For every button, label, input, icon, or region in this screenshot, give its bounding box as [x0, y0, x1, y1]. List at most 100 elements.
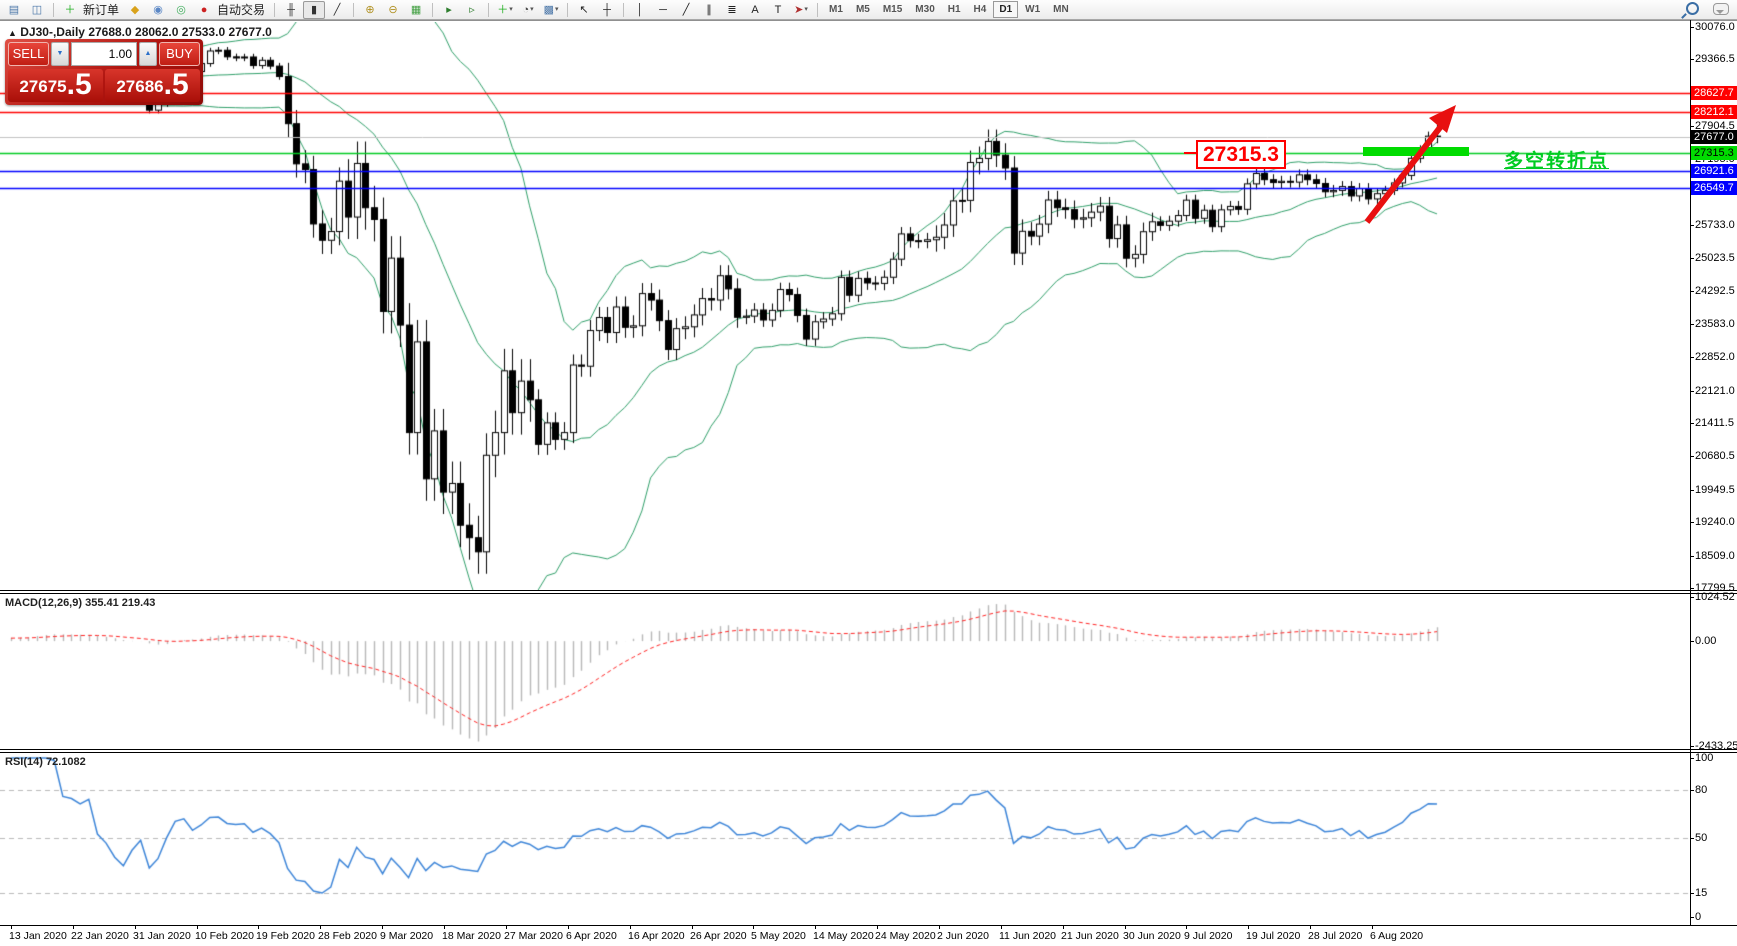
axis-tick-label: 25733.0	[1695, 219, 1735, 231]
price-level-badge: 28212.1	[1691, 105, 1737, 119]
axis-tick-label: 80	[1695, 784, 1707, 796]
axis-tick-label: 0	[1695, 911, 1701, 923]
candlestick-chart-icon: ▮	[311, 2, 317, 18]
buy-button[interactable]: BUY	[159, 42, 200, 66]
tf-m1-button[interactable]: M1	[823, 1, 849, 18]
macd-panel-canvas[interactable]	[0, 594, 1690, 748]
tf-mn-button[interactable]: MN	[1047, 1, 1075, 18]
axis-tick	[1690, 893, 1694, 894]
new-order-label[interactable]: 新订单	[83, 1, 119, 18]
horizontal-line-icon: ─	[659, 2, 667, 18]
dropdown-caret-icon[interactable]: ▾	[530, 2, 534, 18]
new-order-icon: ＋	[65, 2, 76, 18]
ohlc-values: 27688.0 28062.0 27533.0 27677.0	[88, 25, 272, 39]
terminal-window: ▤◫＋新订单◆◉◎●自动交易╫▮╱⊕⊖▦▸▹＋▾◔▾▩▾↖┼│─╱∥≣AT➤▾M…	[0, 0, 1737, 946]
date-tick	[939, 925, 940, 929]
autotrading-label[interactable]: 自动交易	[217, 1, 265, 18]
tf-m30-button[interactable]: M30	[909, 1, 940, 18]
axis-tick-label: -2433.25	[1695, 740, 1737, 752]
horizontal-line-button[interactable]: ─	[652, 1, 674, 19]
vertical-line-button[interactable]: │	[629, 1, 651, 19]
periods-button[interactable]: ◔▾	[517, 1, 539, 19]
date-tick	[1310, 925, 1311, 929]
tf-w1-button[interactable]: W1	[1019, 1, 1046, 18]
volume-decrease-button[interactable]: ▼	[51, 42, 69, 66]
price-note-box[interactable]: 27315.3	[1196, 140, 1286, 169]
dropdown-caret-icon[interactable]: ▾	[804, 2, 808, 18]
trend-arrow[interactable]	[1355, 100, 1467, 232]
crosshair-button[interactable]: ┼	[596, 1, 618, 19]
line-chart-button[interactable]: ╱	[326, 1, 348, 19]
turning-point-note[interactable]: 多空转折点	[1504, 146, 1609, 173]
bar-chart-button[interactable]: ╫	[280, 1, 302, 19]
price-note-tick	[1184, 152, 1196, 154]
autotrading-button[interactable]: ●	[193, 1, 215, 19]
panel-separator[interactable]	[0, 590, 1737, 591]
rsi-label: RSI(14) 72.1082	[5, 756, 86, 768]
chart-profiles-button[interactable]: ◫	[26, 1, 48, 19]
date-tick	[815, 925, 816, 929]
text-label-button[interactable]: T	[767, 1, 789, 19]
zoom-out-button[interactable]: ⊖	[382, 1, 404, 19]
new-order-button[interactable]: ＋	[59, 1, 81, 19]
axis-tick-label: 29366.5	[1695, 53, 1735, 65]
date-label: 2 Jun 2020	[937, 930, 989, 942]
tf-h1-button[interactable]: H1	[942, 1, 967, 18]
tf-d1-button[interactable]: D1	[993, 1, 1018, 18]
collapse-arrow-icon[interactable]: ▲	[8, 28, 17, 38]
axis-tick-label: 0.00	[1695, 635, 1716, 647]
tf-m15-button[interactable]: M15	[877, 1, 908, 18]
text-icon: A	[751, 2, 758, 18]
equidistant-channel-button[interactable]: ∥	[698, 1, 720, 19]
axis-tick-label: 18509.0	[1695, 550, 1735, 562]
tf-h4-button[interactable]: H4	[968, 1, 993, 18]
indicators-icon: ＋	[497, 2, 508, 18]
date-tick	[320, 925, 321, 929]
chat-icon[interactable]	[1713, 3, 1729, 15]
fibonacci-button[interactable]: ≣	[721, 1, 743, 19]
search-icon[interactable]	[1686, 2, 1699, 15]
date-label: 28 Jul 2020	[1308, 930, 1362, 942]
date-label: 18 Mar 2020	[442, 930, 501, 942]
chart-shift-button[interactable]: ▹	[461, 1, 483, 19]
templates-button[interactable]: ▩▾	[540, 1, 562, 19]
candlestick-chart-button[interactable]: ▮	[303, 1, 325, 19]
trendline-button[interactable]: ╱	[675, 1, 697, 19]
auto-scroll-button[interactable]: ▸	[438, 1, 460, 19]
date-label: 27 Mar 2020	[504, 930, 563, 942]
zoom-in-button[interactable]: ⊕	[359, 1, 381, 19]
sell-price-display[interactable]: 27675 .5	[8, 69, 103, 102]
symbol-period-label: DJ30-,Daily	[20, 25, 85, 39]
signals-button[interactable]: ◎	[170, 1, 192, 19]
axis-tick	[1690, 291, 1694, 292]
panel-separator[interactable]	[0, 752, 1737, 753]
volume-input[interactable]	[71, 42, 137, 66]
buy-price-display[interactable]: 27686 .5	[105, 69, 200, 102]
rsi-panel-canvas[interactable]	[0, 753, 1690, 924]
toolbar-separator	[274, 3, 275, 17]
dropdown-caret-icon[interactable]: ▾	[555, 2, 559, 18]
dropdown-caret-icon[interactable]: ▾	[509, 2, 513, 18]
chart-shift-icon: ▹	[469, 2, 475, 18]
tf-m5-button[interactable]: M5	[850, 1, 876, 18]
tile-windows-button[interactable]: ▦	[405, 1, 427, 19]
arrows-icon: ➤	[794, 2, 803, 18]
toolbar-separator	[353, 3, 354, 17]
volume-increase-button[interactable]: ▲	[139, 42, 157, 66]
arrows-button[interactable]: ➤▾	[790, 1, 812, 19]
zoom-in-icon: ⊕	[365, 2, 374, 18]
indicators-button[interactable]: ＋▾	[494, 1, 516, 19]
date-tick	[444, 925, 445, 929]
market-button[interactable]: ◉	[147, 1, 169, 19]
sell-button[interactable]: SELL	[8, 42, 49, 66]
metaeditor-button[interactable]: ◆	[124, 1, 146, 19]
panel-separator[interactable]	[0, 593, 1737, 594]
toolbar: ▤◫＋新订单◆◉◎●自动交易╫▮╱⊕⊖▦▸▹＋▾◔▾▩▾↖┼│─╱∥≣AT➤▾M…	[0, 0, 1737, 20]
date-tick	[197, 925, 198, 929]
cursor-button[interactable]: ↖	[573, 1, 595, 19]
new-chart-button[interactable]: ▤	[3, 1, 25, 19]
auto-scroll-icon: ▸	[446, 2, 452, 18]
text-button[interactable]: A	[744, 1, 766, 19]
date-tick	[568, 925, 569, 929]
panel-separator[interactable]	[0, 749, 1737, 750]
